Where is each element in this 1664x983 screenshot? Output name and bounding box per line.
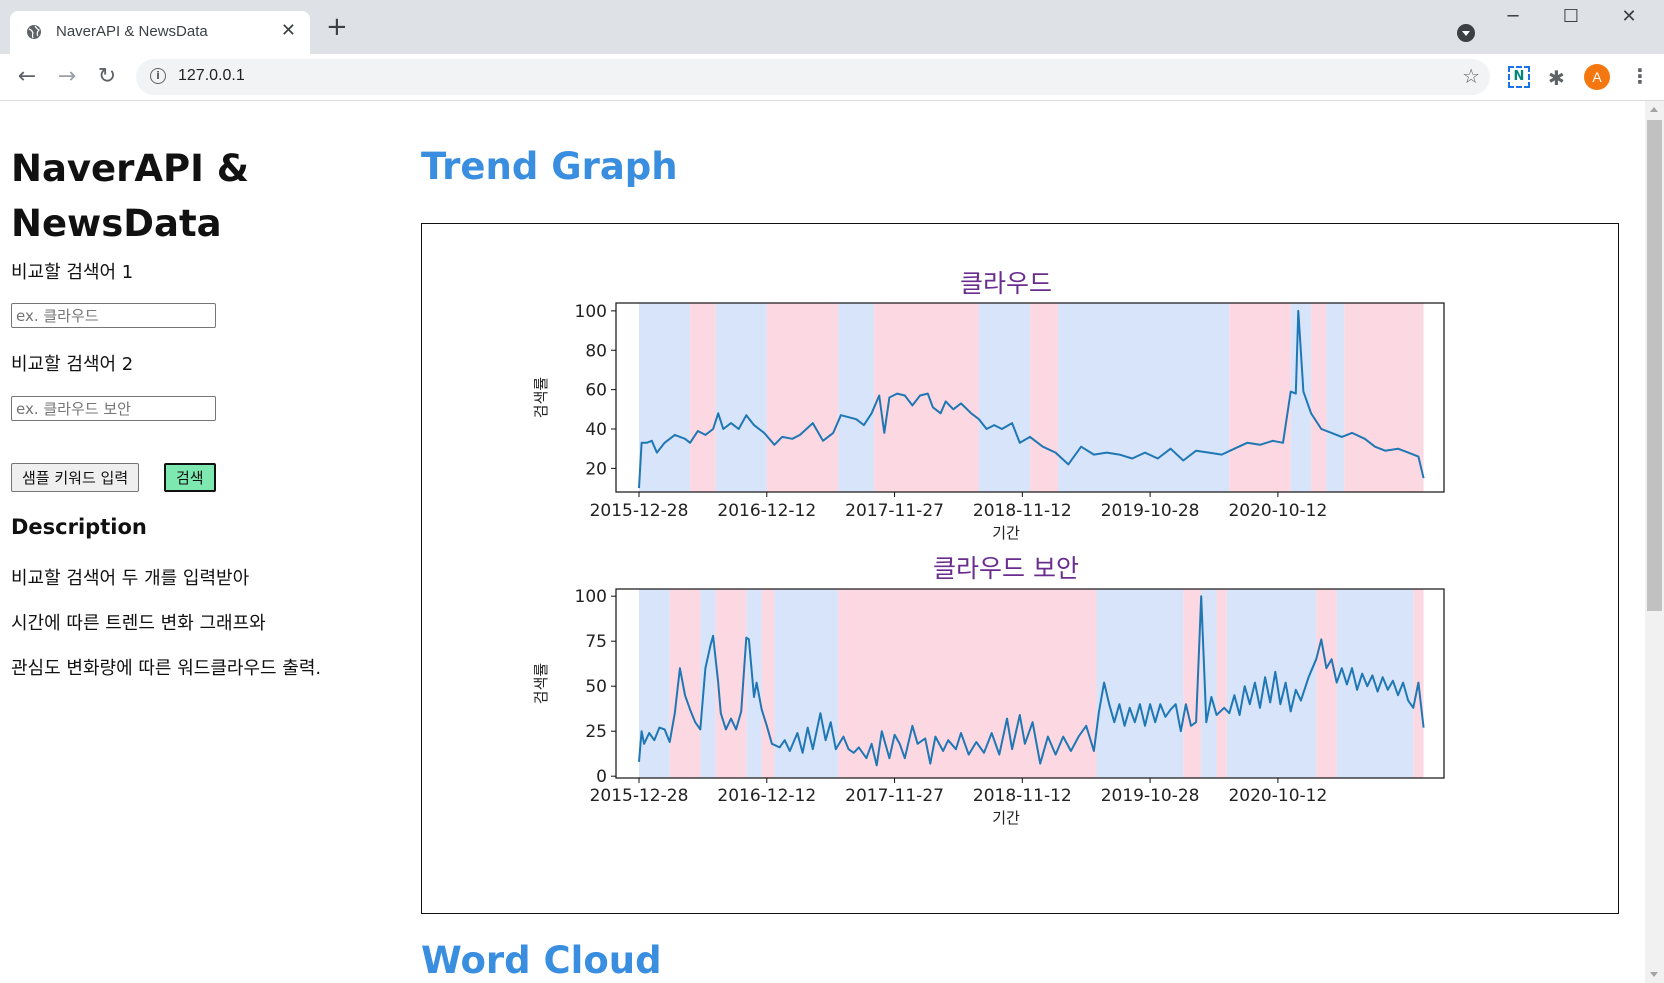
keyword2-input[interactable] — [11, 396, 216, 421]
profile-avatar[interactable]: A — [1584, 64, 1610, 90]
y-tick-label: 0 — [596, 767, 607, 787]
trend-band-increase — [1290, 303, 1312, 492]
forward-button[interactable]: → — [52, 62, 82, 92]
keyword1-input[interactable] — [11, 303, 216, 328]
trend-band-decrease — [1229, 303, 1291, 492]
chart-2: 0 25 50 75 100 2015-12-28 2016-12-12 2017-11-27… — [532, 554, 1445, 827]
y-tick-label: 100 — [575, 302, 607, 322]
search-button[interactable]: 검색 — [164, 463, 216, 492]
x-tick-label: 2020-10-12 — [1228, 501, 1327, 521]
word-cloud-title: Word Cloud — [421, 939, 662, 982]
x-tick-label: 2017-11-27 — [845, 786, 944, 806]
description-line-3: 관심도 변화량에 따른 워드클라우드 출력. — [11, 658, 322, 679]
trend-graph-container: 20 40 60 80 100 2015-12-28 2016-12-12 2017-11-2… — [421, 223, 1619, 914]
trend-band-decrease — [669, 589, 701, 778]
trend-band-increase — [1058, 303, 1230, 492]
tab-bar: NaverAPI & NewsData ✕ + ─ ☐ ✕ — [0, 0, 1664, 54]
browser-toolbar: ← → ↻ i 127.0.0.1 ☆ N ✱ A ⋮ — [0, 54, 1664, 101]
browser-menu-icon[interactable]: ⋮ — [1630, 64, 1650, 88]
trend-band-increase — [746, 589, 762, 778]
x-tick-label: 2016-12-12 — [717, 501, 816, 521]
trend-band-increase — [978, 303, 1030, 492]
bookmark-star-icon[interactable]: ☆ — [1462, 64, 1480, 88]
url-text: 127.0.0.1 — [178, 67, 245, 84]
trend-band-decrease — [1216, 589, 1227, 778]
reload-button[interactable]: ↻ — [92, 62, 122, 92]
tab-title: NaverAPI & NewsData — [56, 23, 208, 40]
site-heading: NaverAPI & NewsData — [11, 141, 249, 251]
x-tick-label: 2015-12-28 — [590, 786, 689, 806]
trend-band-decrease — [1344, 303, 1424, 492]
scroll-down-arrow[interactable] — [1650, 972, 1658, 977]
chart-title: 클라우드 — [960, 269, 1052, 298]
trend-band-increase — [838, 303, 875, 492]
trend-graph-title: Trend Graph — [421, 145, 678, 188]
new-tab-button[interactable]: + — [326, 14, 348, 40]
vertical-scrollbar[interactable] — [1645, 101, 1664, 983]
y-axis-label: 검색률 — [532, 663, 550, 705]
trend-band-decrease — [766, 303, 839, 492]
trend-band-increase — [700, 589, 716, 778]
trend-band-increase — [639, 303, 691, 492]
y-tick-label: 80 — [585, 341, 607, 361]
x-tick-label: 2016-12-12 — [717, 786, 816, 806]
site-heading-line2: NewsData — [11, 202, 222, 245]
y-tick-label: 100 — [575, 587, 607, 607]
y-tick-label: 20 — [585, 459, 607, 479]
x-tick-label: 2018-11-12 — [973, 786, 1072, 806]
x-tick-label: 2018-11-12 — [973, 501, 1072, 521]
keyword2-label: 비교할 검색어 2 — [11, 354, 134, 375]
info-icon[interactable]: i — [150, 68, 166, 84]
description-line-2: 시간에 따른 트렌드 변화 그래프와 — [11, 613, 266, 634]
y-axis-label: 검색률 — [532, 377, 550, 419]
trend-band-decrease — [690, 303, 716, 492]
trend-band-increase — [639, 589, 670, 778]
scrollbar-thumb[interactable] — [1647, 120, 1662, 611]
y-tick-label: 75 — [585, 632, 607, 652]
y-tick-label: 50 — [585, 677, 607, 697]
extension-n-icon[interactable]: N — [1508, 66, 1530, 88]
close-window-button[interactable]: ✕ — [1606, 6, 1652, 36]
scroll-up-arrow[interactable] — [1650, 107, 1658, 112]
y-tick-label: 25 — [585, 722, 607, 742]
trend-band-increase — [1226, 589, 1317, 778]
trend-band-increase — [1096, 589, 1184, 778]
trend-charts-svg: 20 40 60 80 100 2015-12-28 2016-12-12 2017-11-2… — [532, 269, 1445, 827]
trend-band-increase — [774, 589, 839, 778]
close-tab-icon[interactable]: ✕ — [281, 20, 296, 41]
site-heading-line1: NaverAPI & — [11, 147, 250, 190]
x-tick-label: 2019-10-28 — [1101, 501, 1200, 521]
tab-search-icon[interactable] — [1457, 24, 1475, 42]
maximize-button[interactable]: ☐ — [1548, 6, 1594, 36]
chart-title: 클라우드 보안 — [933, 554, 1079, 583]
trend-band-increase — [1201, 589, 1217, 778]
description-line-1: 비교할 검색어 두 개를 입력받아 — [11, 568, 250, 589]
x-tick-label: 2017-11-27 — [845, 501, 944, 521]
trend-band-increase — [1326, 303, 1345, 492]
chart-1: 20 40 60 80 100 2015-12-28 2016-12-12 2017-11-2… — [532, 269, 1445, 542]
keyword1-label: 비교할 검색어 1 — [11, 262, 134, 283]
x-axis-label: 기간 — [992, 524, 1020, 542]
globe-icon — [27, 25, 41, 39]
extensions-puzzle-icon[interactable]: ✱ — [1548, 66, 1565, 90]
back-button[interactable]: ← — [12, 62, 42, 92]
address-bar[interactable]: i 127.0.0.1 ☆ — [136, 59, 1490, 95]
trend-band-increase — [715, 303, 767, 492]
minimize-button[interactable]: ─ — [1490, 6, 1536, 36]
x-tick-label: 2019-10-28 — [1101, 786, 1200, 806]
y-tick-label: 40 — [585, 420, 607, 440]
x-tick-label: 2015-12-28 — [590, 501, 689, 521]
trend-band-decrease — [715, 589, 747, 778]
page-content: NaverAPI & NewsData 비교할 검색어 1 비교할 검색어 2 … — [0, 101, 1645, 983]
x-axis-label: 기간 — [992, 809, 1020, 827]
trend-band-decrease — [1316, 589, 1337, 778]
browser-tab[interactable]: NaverAPI & NewsData ✕ — [10, 11, 310, 54]
trend-band-decrease — [761, 589, 775, 778]
y-tick-label: 60 — [585, 381, 607, 401]
sample-keyword-button[interactable]: 샘플 키워드 입력 — [11, 463, 140, 492]
trend-band-decrease — [1311, 303, 1327, 492]
trend-band-decrease — [1030, 303, 1059, 492]
x-tick-label: 2020-10-12 — [1228, 786, 1327, 806]
description-heading: Description — [11, 515, 147, 539]
